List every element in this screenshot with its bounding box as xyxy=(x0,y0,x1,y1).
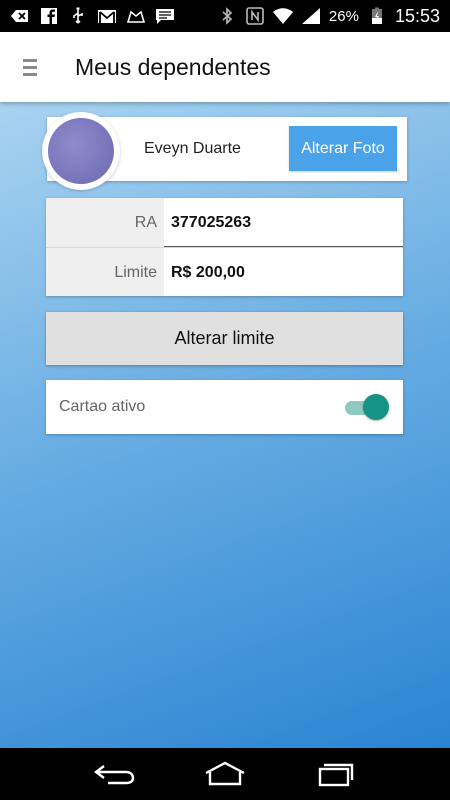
back-icon[interactable] xyxy=(90,754,140,794)
page-title: Meus dependentes xyxy=(75,53,271,80)
usb-icon xyxy=(68,7,88,25)
system-nav-bar xyxy=(0,748,450,800)
clock: 15:53 xyxy=(394,5,440,26)
ra-row: RA 377025263 xyxy=(46,198,403,247)
card-active-label: Cartao ativo xyxy=(59,398,146,415)
dependent-name: Eveyn Duarte xyxy=(144,140,241,157)
change-limit-button[interactable]: Alterar limite xyxy=(46,312,403,365)
card-active-row: Cartao ativo xyxy=(46,380,403,434)
change-photo-button[interactable]: Alterar Foto xyxy=(289,126,397,171)
card-active-toggle[interactable] xyxy=(345,394,389,420)
limit-label: Limite xyxy=(46,248,164,296)
cloud-icon xyxy=(126,7,146,25)
bluetooth-icon xyxy=(217,7,237,25)
back-arrow-icon xyxy=(10,7,30,25)
facebook-icon xyxy=(39,7,59,25)
wifi-icon xyxy=(272,7,293,25)
avatar-image xyxy=(48,118,114,184)
recent-apps-icon[interactable] xyxy=(310,754,360,794)
nfc-icon xyxy=(245,7,265,25)
limit-row: Limite R$ 200,00 xyxy=(46,247,403,296)
app-bar: Meus dependentes xyxy=(0,32,450,102)
ra-value: 377025263 xyxy=(164,198,403,247)
hamburger-menu-icon[interactable] xyxy=(0,32,60,102)
ra-label: RA xyxy=(46,198,164,247)
status-bar-notifications xyxy=(0,7,175,25)
message-icon xyxy=(155,7,175,25)
limit-value: R$ 200,00 xyxy=(171,264,245,281)
status-bar: 26% 15:53 xyxy=(0,0,450,32)
home-icon[interactable] xyxy=(200,754,250,794)
battery-percent: 26% xyxy=(328,7,359,25)
battery-icon xyxy=(367,7,387,25)
status-bar-system: 26% 15:53 xyxy=(217,6,450,27)
toggle-thumb xyxy=(363,394,389,420)
info-card: RA 377025263 Limite R$ 200,00 xyxy=(46,198,403,296)
signal-icon xyxy=(301,7,321,25)
main-content: Eveyn Duarte Alterar Foto RA 377025263 L… xyxy=(0,102,450,748)
gmail-icon xyxy=(97,7,117,25)
avatar[interactable] xyxy=(42,112,120,190)
